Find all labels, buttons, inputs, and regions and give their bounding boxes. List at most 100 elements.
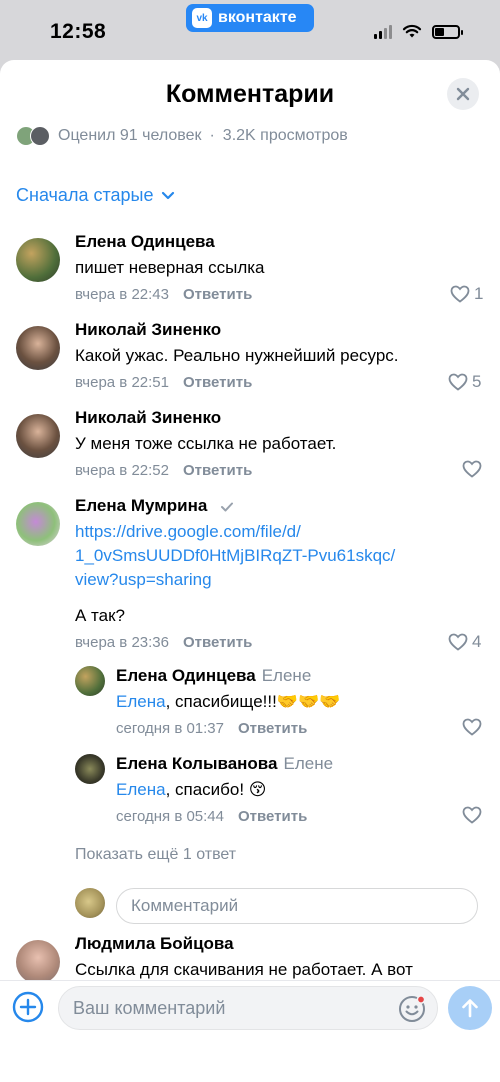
comment-author[interactable]: Николай Зиненко (75, 320, 221, 340)
link-line: view?usp=sharing (75, 570, 212, 589)
add-attachment-icon[interactable] (12, 991, 44, 1023)
comment-footer: вчера в 23:36 Ответить (75, 634, 252, 651)
comment-time: вчера в 22:52 (75, 462, 169, 479)
like-button[interactable] (462, 718, 482, 736)
reactors-avatars (16, 126, 50, 146)
comment-composer: Ваш комментарий (0, 980, 500, 1082)
author-name: Елена Одинцева (116, 666, 256, 685)
avatar[interactable] (16, 414, 60, 458)
like-button[interactable] (462, 460, 482, 478)
reply-button[interactable]: Ответить (183, 634, 252, 651)
avatar[interactable] (75, 666, 105, 696)
arrow-up-icon (462, 999, 478, 1018)
comment-footer: вчера в 22:43 Ответить (75, 286, 252, 303)
like-count: 1 (474, 284, 484, 303)
avatar[interactable] (16, 940, 60, 984)
comment-time: вчера в 22:43 (75, 286, 169, 303)
comment-text: пишет неверная ссылка (75, 258, 265, 277)
close-icon (456, 87, 470, 101)
wifi-icon (402, 24, 422, 38)
reply-author[interactable]: Елена Одинцева Елене (116, 666, 311, 686)
avatar[interactable] (16, 326, 60, 370)
link-line: https://drive.google.com/file/d/ (75, 522, 301, 541)
chevron-down-icon (162, 191, 175, 200)
reply-input[interactable]: Комментарий (116, 888, 478, 924)
stats-separator: · (209, 127, 215, 144)
show-more-replies[interactable]: Показать ещё 1 ответ (75, 846, 236, 864)
comment-footer: вчера в 22:52 Ответить (75, 462, 252, 479)
reply-to: Елене (283, 754, 334, 773)
link-line: 1_0vSmsUUDDf0HtMjBIRqZT-Pvu61skqc/ (75, 546, 396, 565)
author-name: Елена Колыванова (116, 754, 278, 773)
sort-dropdown[interactable]: Сначала старые (16, 185, 175, 206)
reply-text: Елена, спасибище!!!🤝🤝🤝 (116, 690, 340, 714)
like-button[interactable]: 5 (448, 372, 481, 392)
reply-time: сегодня в 05:44 (116, 808, 224, 825)
comment-text: Какой ужас. Реально нужнейший ресурс. (75, 346, 399, 365)
comment-author[interactable]: Людмила Бойцова (75, 934, 234, 954)
comment-author[interactable]: Елена Мумрина (75, 496, 234, 516)
clock: 12:58 (50, 20, 107, 43)
mention-link[interactable]: Елена (116, 780, 166, 799)
reply-body: , спасибище!!!🤝🤝🤝 (165, 692, 341, 711)
avatar (30, 126, 50, 146)
emoji-smile-icon[interactable] (397, 994, 427, 1024)
comment-author[interactable]: Николай Зиненко (75, 408, 221, 428)
author-name: Елена Мумрина (75, 496, 208, 515)
like-count: 4 (472, 632, 482, 651)
vk-app-name: вконтакте (218, 9, 297, 26)
views-count: 3.2K просмотров (222, 127, 348, 144)
my-avatar (75, 888, 105, 918)
avatar[interactable] (16, 238, 60, 282)
comment-text: А так? (75, 606, 126, 625)
close-button[interactable] (447, 78, 479, 110)
like-count: 5 (472, 372, 482, 391)
verified-check-icon (221, 502, 234, 512)
reply-button[interactable]: Ответить (183, 286, 252, 303)
comment-input-placeholder: Ваш комментарий (73, 997, 226, 1018)
comment-text: Ссылка для скачивания не работает. А вот (75, 960, 413, 979)
reply-time: сегодня в 01:37 (116, 720, 224, 737)
vk-app-badge[interactable]: vk вконтакте (186, 4, 314, 32)
reply-button[interactable]: Ответить (183, 462, 252, 479)
comment-text: У меня тоже ссылка не работает. (75, 434, 337, 453)
mention-link[interactable]: Елена (116, 692, 166, 711)
send-button[interactable] (448, 986, 492, 1030)
avatar[interactable] (16, 502, 60, 546)
reply-footer: сегодня в 05:44 Ответить (116, 808, 307, 825)
signal-icon (374, 24, 392, 39)
reply-button[interactable]: Ответить (183, 374, 252, 391)
comment-time: вчера в 22:51 (75, 374, 169, 391)
sort-label: Сначала старые (16, 185, 154, 205)
avatar[interactable] (75, 754, 105, 784)
comment-input[interactable]: Ваш комментарий (58, 986, 438, 1030)
heart-icon (448, 633, 468, 651)
heart-icon (462, 718, 482, 736)
comment-time: вчера в 23:36 (75, 634, 169, 651)
system-icons (374, 24, 463, 39)
reply-to: Елене (261, 666, 312, 685)
heart-icon (450, 285, 470, 303)
like-button[interactable]: 4 (448, 632, 481, 652)
like-button[interactable]: 1 (450, 284, 483, 304)
vk-logo-icon: vk (192, 8, 212, 28)
heart-icon (462, 460, 482, 478)
comments-sheet: Комментарии Оценил 91 человек · 3.2K про… (0, 60, 500, 1082)
status-bar: 12:58 vk вконтакте (0, 0, 500, 60)
reply-body: , спасибо! 😚 (165, 780, 267, 799)
like-button[interactable] (462, 806, 482, 824)
battery-icon (432, 24, 463, 39)
comment-link[interactable]: https://drive.google.com/file/d/ 1_0vSms… (75, 520, 395, 592)
reply-footer: сегодня в 01:37 Ответить (116, 720, 307, 737)
sheet-title: Комментарии (165, 80, 335, 108)
rated-count[interactable]: Оценил 91 человек (58, 127, 201, 145)
post-stats: Оценил 91 человек · 3.2K просмотров (16, 126, 348, 146)
reply-button[interactable]: Ответить (238, 720, 307, 737)
comment-author[interactable]: Елена Одинцева (75, 232, 215, 252)
reply-button[interactable]: Ответить (238, 808, 307, 825)
reply-author[interactable]: Елена Колыванова Елене (116, 754, 333, 774)
heart-icon (462, 806, 482, 824)
comment-footer: вчера в 22:51 Ответить (75, 374, 252, 391)
heart-icon (448, 373, 468, 391)
reply-text: Елена, спасибо! 😚 (116, 778, 267, 802)
